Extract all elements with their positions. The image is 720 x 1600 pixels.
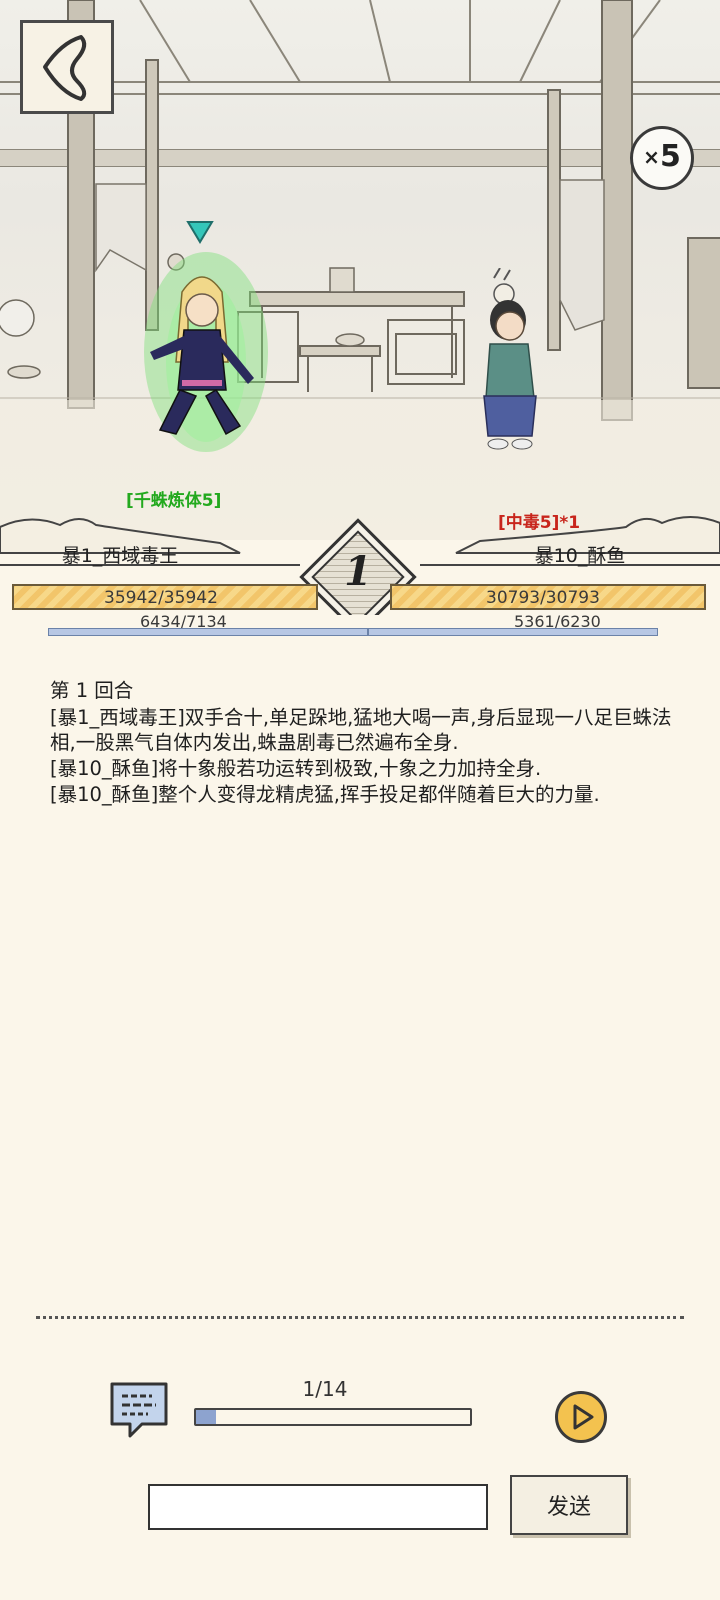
- chat-button[interactable]: [108, 1380, 172, 1440]
- speed-prefix: ×: [643, 145, 660, 169]
- message-input[interactable]: [148, 1484, 488, 1530]
- left-fighter-sprite[interactable]: [136, 212, 276, 452]
- left-mp-bar: [48, 628, 368, 636]
- left-fighter-name: 暴1_西域毒王: [61, 545, 179, 567]
- log-line: [暴10_酥鱼]整个人变得龙精虎猛,挥手投足都伴随着巨大的力量.: [50, 783, 600, 806]
- battle-log: 第 1 回合 [暴1_西域毒王]双手合十,单足跺地,猛地大喝一声,身后显现一八足…: [50, 678, 680, 808]
- divider: [36, 1316, 684, 1319]
- round-badge: 1: [344, 548, 372, 595]
- log-line: [暴10_酥鱼]将十象般若功运转到极致,十象之力加持全身.: [50, 757, 542, 780]
- progress-counter: 1/14: [302, 1377, 348, 1401]
- play-button[interactable]: [555, 1391, 607, 1443]
- back-chevron-icon: [43, 35, 87, 101]
- round-title: 第 1 回合: [50, 679, 134, 702]
- send-button[interactable]: 发送: [510, 1475, 628, 1535]
- right-mp-bar: [368, 628, 658, 636]
- play-icon: [573, 1404, 594, 1430]
- back-button[interactable]: [20, 20, 114, 114]
- speed-value: 5: [659, 139, 681, 174]
- right-fighter-sprite[interactable]: [470, 268, 550, 458]
- speed-multiplier-button[interactable]: ×5: [630, 126, 694, 190]
- right-fighter-name: 暴10_酥鱼: [534, 545, 626, 567]
- log-line: [暴1_西域毒王]双手合十,单足跺地,猛地大喝一声,身后显现一八足巨蛛法相,一股…: [50, 706, 672, 754]
- battle-scene: [千蛛炼体5] [中毒5]*1 ×5: [0, 0, 720, 540]
- chat-bubble-icon: [110, 1382, 168, 1438]
- right-hp-text: 30793/30793: [486, 588, 600, 608]
- progress-fill: [196, 1410, 216, 1424]
- progress-slider[interactable]: [194, 1408, 472, 1426]
- left-hp-text: 35942/35942: [104, 588, 218, 608]
